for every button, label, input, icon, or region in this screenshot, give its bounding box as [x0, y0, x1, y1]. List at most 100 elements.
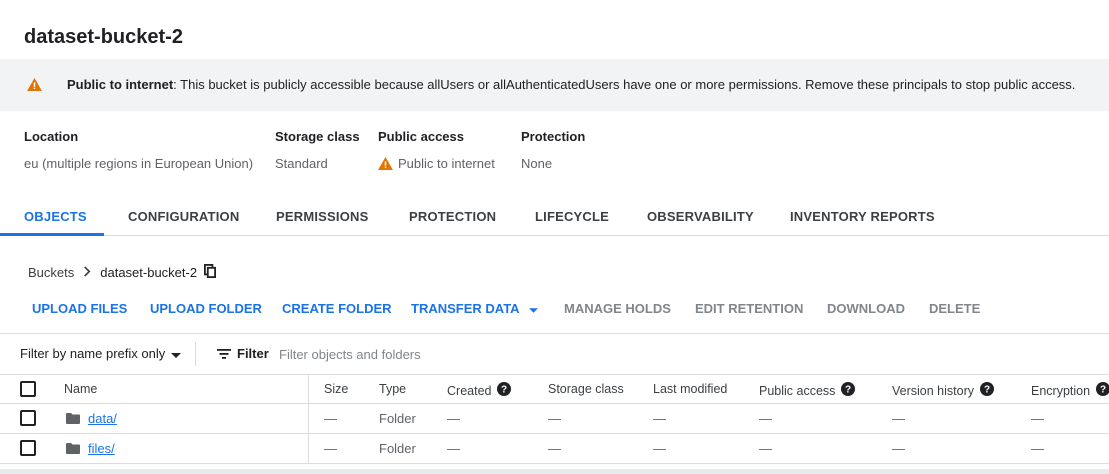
edit-retention-button[interactable]: EDIT RETENTION: [695, 301, 803, 316]
meta-protection: Protection None: [521, 129, 585, 171]
help-icon[interactable]: ?: [497, 382, 512, 399]
breadcrumb: Buckets dataset-bucket-2: [28, 263, 217, 281]
create-folder-button[interactable]: CREATE FOLDER: [282, 301, 392, 316]
meta-location-label: Location: [24, 129, 79, 144]
object-link[interactable]: files/: [88, 441, 115, 456]
encryption-cell: —: [1031, 441, 1044, 456]
object-name-cell: data/: [66, 411, 117, 426]
public-access-cell: —: [759, 441, 772, 456]
meta-storage-class: Storage class Standard: [275, 129, 360, 171]
meta-public-access-label: Public access: [378, 129, 464, 144]
svg-text:?: ?: [845, 385, 851, 396]
version-history-cell: —: [892, 411, 905, 426]
column-created-label: Created: [447, 383, 492, 398]
transfer-data-button[interactable]: TRANSFER DATA: [411, 301, 538, 316]
column-version-history-label: Version history: [892, 383, 974, 398]
bucket-tabs: OBJECTS CONFIGURATION PERMISSIONS PROTEC…: [0, 198, 1109, 236]
object-link[interactable]: data/: [88, 411, 117, 426]
meta-public-access-value: Public to internet: [378, 156, 495, 171]
bucket-title: dataset-bucket-2: [24, 26, 183, 48]
public-access-cell: —: [759, 411, 772, 426]
tab-lifecycle[interactable]: LIFECYCLE: [535, 209, 609, 224]
meta-protection-value: None: [521, 156, 553, 171]
help-icon[interactable]: ?: [841, 382, 856, 399]
tab-inventory-reports[interactable]: INVENTORY REPORTS: [790, 209, 935, 224]
object-name-cell: files/: [66, 441, 115, 456]
size-cell: —: [324, 411, 337, 426]
filter-bar: Filter by name prefix only Filter: [0, 334, 1109, 374]
table-row[interactable]: data/ — Folder — — — — — —: [0, 404, 1109, 434]
help-icon[interactable]: ?: [1096, 382, 1109, 399]
tab-permissions[interactable]: PERMISSIONS: [276, 209, 369, 224]
column-version-history[interactable]: Version history ?: [892, 382, 994, 399]
column-size[interactable]: Size: [324, 382, 348, 396]
filter-mode-select[interactable]: Filter by name prefix only: [20, 346, 182, 361]
caret-down-icon: [528, 301, 538, 316]
upload-files-button[interactable]: UPLOAD FILES: [32, 301, 127, 316]
object-actions-toolbar: UPLOAD FILES UPLOAD FOLDER CREATE FOLDER…: [0, 300, 1109, 334]
transfer-data-label: TRANSFER DATA: [411, 301, 520, 316]
column-name[interactable]: Name: [64, 382, 97, 396]
folder-icon: [66, 413, 88, 424]
folder-icon: [66, 443, 88, 454]
manage-holds-button[interactable]: MANAGE HOLDS: [564, 301, 671, 316]
column-encryption[interactable]: Encryption ?: [1031, 382, 1109, 399]
tab-objects[interactable]: OBJECTS: [24, 209, 87, 224]
meta-public-access: Public access Public to internet: [378, 129, 495, 171]
row-checkbox[interactable]: [20, 410, 36, 426]
storage-class-cell: —: [548, 411, 561, 426]
row-checkbox[interactable]: [20, 440, 36, 456]
meta-storage-class-label: Storage class: [275, 129, 360, 144]
created-cell: —: [447, 411, 460, 426]
breadcrumb-buckets[interactable]: Buckets: [28, 265, 74, 280]
column-public-access-label: Public access: [759, 383, 836, 398]
help-icon[interactable]: ?: [979, 382, 994, 399]
storage-class-cell: —: [548, 441, 561, 456]
warning-icon: [27, 78, 42, 94]
size-cell: —: [324, 441, 337, 456]
table-row[interactable]: files/ — Folder — — — — — —: [0, 434, 1109, 464]
alert-title: Public to internet: [67, 77, 174, 92]
meta-storage-class-value: Standard: [275, 156, 328, 171]
filter-mode-value: Filter by name prefix only: [20, 346, 166, 361]
public-access-alert: Public to internet: This bucket is publi…: [0, 59, 1109, 111]
divider: [195, 342, 196, 366]
chevron-right-icon: [83, 265, 91, 280]
column-divider[interactable]: [308, 374, 309, 464]
alert-message: Public to internet: This bucket is publi…: [67, 77, 1075, 92]
column-storage-class[interactable]: Storage class: [548, 382, 624, 396]
column-last-modified[interactable]: Last modified: [653, 382, 727, 396]
filter-input[interactable]: [279, 344, 679, 364]
column-encryption-label: Encryption: [1031, 383, 1091, 398]
type-cell: Folder: [379, 411, 416, 426]
svg-text:?: ?: [501, 385, 507, 396]
download-button[interactable]: DOWNLOAD: [827, 301, 905, 316]
tab-protection[interactable]: PROTECTION: [409, 209, 496, 224]
alert-text: : This bucket is publicly accessible bec…: [173, 77, 1076, 92]
filter-button[interactable]: Filter: [217, 346, 269, 361]
public-access-text: Public to internet: [398, 156, 495, 171]
table-header: Name Size Type Created ? Storage class L…: [0, 374, 1109, 404]
horizontal-scrollbar[interactable]: [0, 469, 1109, 474]
svg-text:?: ?: [984, 385, 990, 396]
warning-icon: [378, 157, 398, 170]
active-tab-indicator: [0, 233, 104, 236]
meta-protection-label: Protection: [521, 129, 586, 144]
tab-observability[interactable]: OBSERVABILITY: [647, 209, 754, 224]
delete-button[interactable]: DELETE: [929, 301, 980, 316]
column-type[interactable]: Type: [379, 382, 406, 396]
type-cell: Folder: [379, 441, 416, 456]
copy-icon[interactable]: [204, 263, 217, 281]
version-history-cell: —: [892, 441, 905, 456]
meta-location-value: eu (multiple regions in European Union): [24, 156, 254, 171]
breadcrumb-current: dataset-bucket-2: [100, 265, 198, 280]
last-modified-cell: —: [653, 411, 666, 426]
encryption-cell: —: [1031, 411, 1044, 426]
filter-button-label: Filter: [237, 346, 269, 361]
upload-folder-button[interactable]: UPLOAD FOLDER: [150, 301, 262, 316]
tab-configuration[interactable]: CONFIGURATION: [128, 209, 239, 224]
select-all-checkbox[interactable]: [20, 381, 36, 397]
column-public-access[interactable]: Public access ?: [759, 382, 856, 399]
column-created[interactable]: Created ?: [447, 382, 512, 399]
svg-text:?: ?: [1100, 385, 1106, 396]
